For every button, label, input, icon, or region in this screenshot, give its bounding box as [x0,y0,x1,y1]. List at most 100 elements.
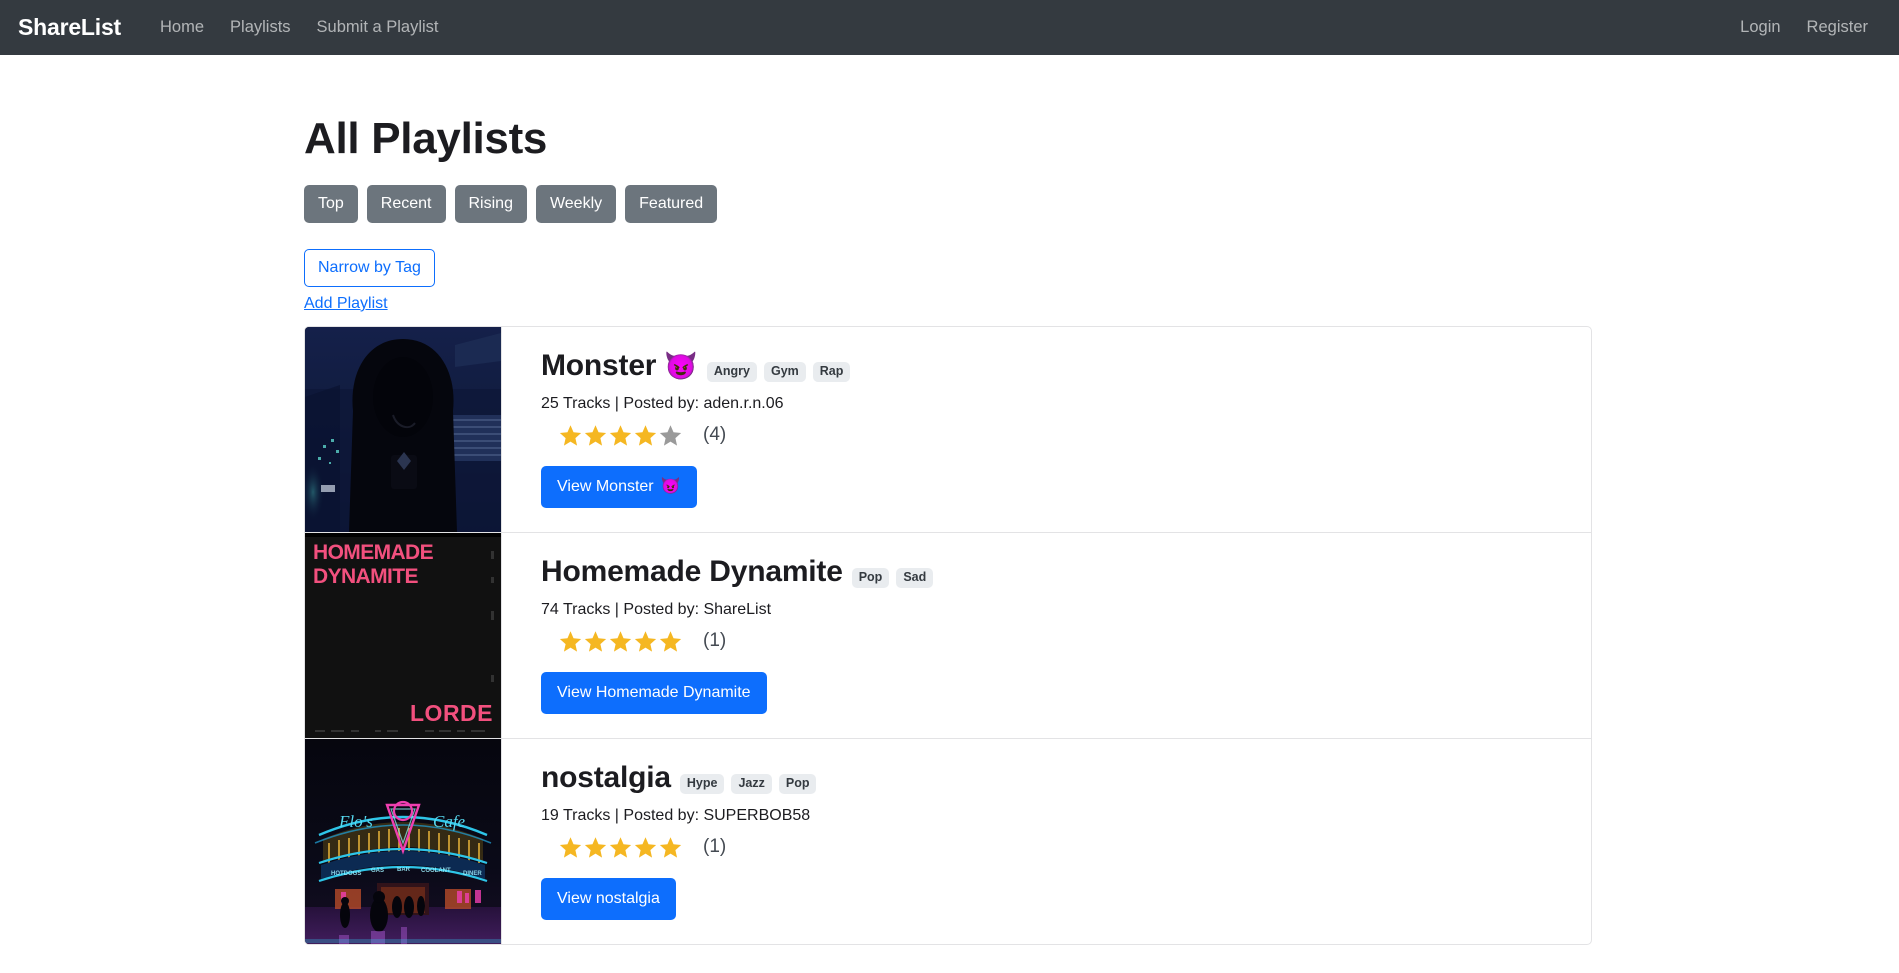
devil-face-icon: 😈 [664,351,698,381]
nav-link-register[interactable]: Register [1794,10,1881,45]
playlist-tag[interactable]: Gym [763,362,806,382]
playlist-row[interactable]: HOTDOGS GAS BAR COOLANT DINER Flo's Cafe [305,739,1591,944]
star-filled-icon[interactable] [558,835,583,860]
svg-text:DINER: DINER [463,871,482,877]
page-title: All Playlists [304,114,548,163]
playlist-actions: View Homemade Dynamite [541,671,1591,714]
filter-button-weekly[interactable]: Weekly [535,185,617,223]
lorde-album-cover-image: HOMEMADE DYNAMITE LORDE [305,533,501,738]
playlist-list: Monster 😈 Angry Gym Rap 25 Tracks | Post… [304,326,1592,945]
top-navbar: ShareList Home Playlists Submit a Playli… [0,0,1899,55]
svg-text:Cafe: Cafe [433,812,466,831]
star-filled-icon[interactable] [608,835,633,860]
star-filled-icon[interactable] [658,629,683,654]
svg-text:GAS: GAS [371,868,384,874]
playlist-thumbnail-nostalgia[interactable]: HOTDOGS GAS BAR COOLANT DINER Flo's Cafe [305,739,501,944]
playlist-row-body: nostalgia Hype Jazz Pop 19 Tracks | Post… [501,739,1591,944]
star-filled-icon[interactable] [633,629,658,654]
page-content: All Playlists Top Recent Rising Weekly F… [0,55,1899,945]
playlist-row-body: Homemade Dynamite Pop Sad 74 Tracks | Po… [501,533,1591,738]
nav-link-submit-a-playlist[interactable]: Submit a Playlist [304,10,452,45]
playlist-tag[interactable]: Angry [706,362,757,382]
playlist-tag[interactable]: Sad [896,568,934,588]
dark-hooded-figure-image [305,327,501,532]
star-filled-icon[interactable] [558,629,583,654]
narrow-by-tag-button[interactable]: Narrow by Tag [304,249,435,287]
star-rating[interactable] [558,423,683,448]
playlist-title-line: Homemade Dynamite Pop Sad [541,555,1591,590]
nav-link-home[interactable]: Home [147,10,217,45]
playlist-meta: 74 Tracks | Posted by: ShareList [541,600,772,618]
nav-link-login[interactable]: Login [1727,10,1793,45]
playlist-tags: Hype Jazz Pop [679,774,817,794]
star-filled-icon[interactable] [658,835,683,860]
playlist-rating: (4) [541,423,1591,448]
filter-button-rising[interactable]: Rising [454,185,527,223]
view-playlist-button[interactable]: View Monster 😈 [541,465,697,508]
playlist-title: Homemade Dynamite [541,555,843,588]
star-filled-icon[interactable] [633,835,658,860]
playlist-rating: (1) [541,835,1591,860]
playlist-tags: Angry Gym Rap [706,362,851,382]
add-playlist-link[interactable]: Add Playlist [304,295,388,312]
brand-logo[interactable]: ShareList [18,14,121,41]
star-filled-icon[interactable] [583,835,608,860]
star-filled-icon[interactable] [558,423,583,448]
view-playlist-label: View Homemade Dynamite [557,683,751,701]
star-rating[interactable] [558,629,683,654]
view-playlist-label: View Monster [557,477,654,495]
nav-link-playlists[interactable]: Playlists [217,10,304,45]
filter-button-top[interactable]: Top [304,185,358,223]
add-playlist-row: Add Playlist [304,295,1592,313]
neon-diner-night-image: HOTDOGS GAS BAR COOLANT DINER Flo's Cafe [305,739,501,944]
filter-button-group: Top Recent Rising Weekly Featured [304,185,1592,223]
svg-text:LORDE: LORDE [410,700,493,726]
playlist-tag[interactable]: Pop [851,568,890,588]
nav-links: Home Playlists Submit a Playlist [147,10,452,45]
playlist-meta: 25 Tracks | Posted by: aden.r.n.06 [541,394,784,412]
playlist-thumbnail-monster[interactable] [305,327,501,532]
rating-count: (1) [703,836,727,857]
nav-auth-links: Login Register [1727,10,1881,45]
view-playlist-label: View nostalgia [557,889,660,907]
view-playlist-button[interactable]: View Homemade Dynamite [541,671,767,714]
star-filled-icon[interactable] [583,423,608,448]
view-playlist-button[interactable]: View nostalgia [541,877,676,920]
devil-face-icon: 😈 [660,477,681,495]
playlist-title-text: Monster [541,349,657,382]
playlist-row-body: Monster 😈 Angry Gym Rap 25 Tracks | Post… [501,327,1591,532]
playlist-thumbnail-homemade-dynamite[interactable]: HOMEMADE DYNAMITE LORDE [305,533,501,738]
svg-text:DYNAMITE: DYNAMITE [313,565,418,588]
playlist-tag[interactable]: Jazz [731,774,772,794]
svg-text:HOTDOGS: HOTDOGS [331,871,361,877]
star-filled-icon[interactable] [583,629,608,654]
playlist-row[interactable]: Monster 😈 Angry Gym Rap 25 Tracks | Post… [305,327,1591,533]
playlist-title-line: nostalgia Hype Jazz Pop [541,761,1591,796]
star-empty-icon[interactable] [658,423,683,448]
rating-count: (1) [703,630,727,651]
playlist-actions: View nostalgia [541,877,1591,920]
star-filled-icon[interactable] [608,423,633,448]
playlist-rating: (1) [541,629,1591,654]
svg-text:BAR: BAR [397,867,411,873]
filter-button-featured[interactable]: Featured [625,185,718,223]
svg-text:Flo's: Flo's [338,812,373,831]
star-filled-icon[interactable] [633,423,658,448]
playlist-tag[interactable]: Hype [679,774,725,794]
svg-text:COOLANT: COOLANT [421,868,451,874]
star-rating[interactable] [558,835,683,860]
playlist-title-line: Monster 😈 Angry Gym Rap [541,349,1591,384]
playlist-row[interactable]: HOMEMADE DYNAMITE LORDE Homemade Dynamit… [305,533,1591,739]
playlist-actions: View Monster 😈 [541,465,1591,508]
playlist-meta: 19 Tracks | Posted by: SUPERBOB58 [541,806,811,824]
content-container: All Playlists Top Recent Rising Weekly F… [0,55,1899,945]
playlist-tag[interactable]: Pop [778,774,817,794]
rating-count: (4) [703,424,727,445]
playlist-title: nostalgia [541,761,671,794]
playlist-tag[interactable]: Rap [812,362,851,382]
playlist-title: Monster 😈 [541,349,698,384]
star-filled-icon[interactable] [608,629,633,654]
narrow-by-tag-row: Narrow by Tag [304,249,1592,287]
svg-text:HOMEMADE: HOMEMADE [313,541,434,564]
filter-button-recent[interactable]: Recent [366,185,446,223]
